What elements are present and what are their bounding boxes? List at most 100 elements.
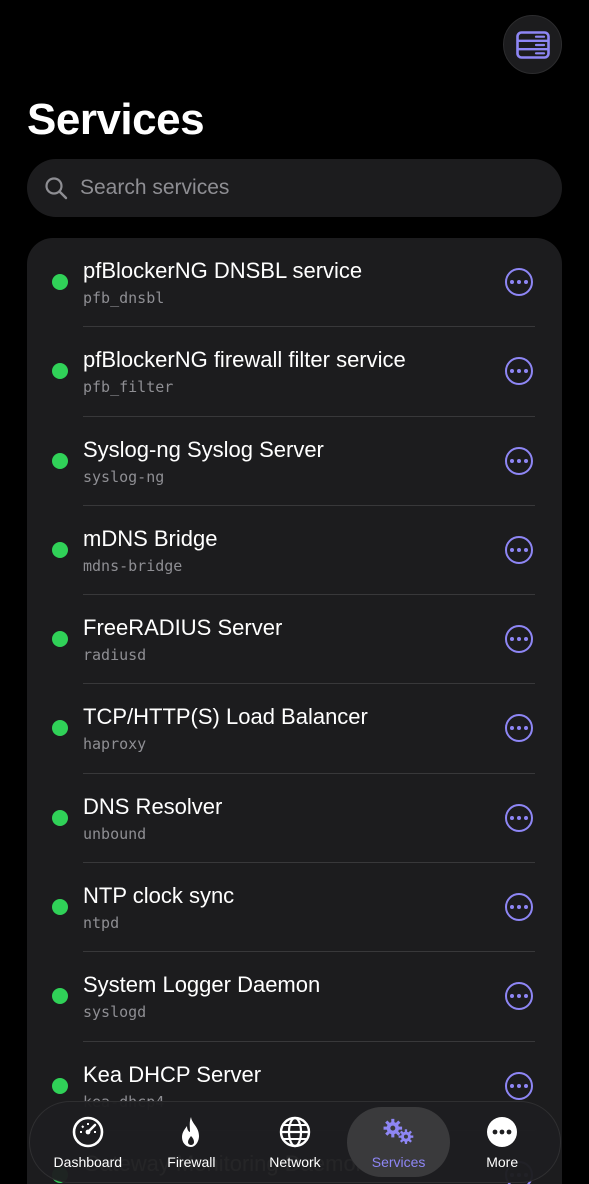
service-name: TCP/HTTP(S) Load Balancer xyxy=(83,704,368,730)
tab-firewall[interactable]: Firewall xyxy=(140,1107,244,1177)
globe-icon xyxy=(278,1115,312,1149)
page-title: Services xyxy=(27,95,205,144)
service-name: NTP clock sync xyxy=(83,883,235,909)
more-dot xyxy=(510,547,514,552)
service-name: System Logger Daemon xyxy=(83,972,321,998)
services-screen: Services pfBlockerNG DNSBL service pfb_dn… xyxy=(0,0,589,1184)
more-dot xyxy=(510,1083,514,1088)
more-dot xyxy=(517,280,521,284)
service-row[interactable]: mDNS Bridge mdns-bridge xyxy=(27,506,562,596)
search-icon xyxy=(45,177,68,200)
more-dot xyxy=(510,458,514,463)
status-running-dot xyxy=(52,1077,68,1094)
status-running-dot xyxy=(52,809,68,826)
more-dot xyxy=(510,905,514,910)
more-dot xyxy=(510,280,514,284)
service-more-button[interactable] xyxy=(505,535,533,564)
more-dot xyxy=(524,994,528,999)
service-more-button[interactable] xyxy=(505,893,533,922)
service-id: unbound xyxy=(83,824,147,843)
services-list: pfBlockerNG DNSBL service pfb_dnsbl pfBloc… xyxy=(27,238,562,1184)
more-dot xyxy=(517,369,521,374)
service-row[interactable]: TCP/HTTP(S) Load Balancer haproxy xyxy=(27,684,562,774)
service-more-button[interactable] xyxy=(505,446,533,475)
service-row[interactable]: System Logger Daemon syslogd xyxy=(27,952,562,1042)
more-dot xyxy=(524,815,528,820)
service-more-button[interactable] xyxy=(505,1071,533,1100)
server-stack-icon xyxy=(515,30,550,59)
service-more-button[interactable] xyxy=(505,357,533,386)
service-name: pfBlockerNG firewall filter service xyxy=(83,347,406,373)
tab-label: More xyxy=(486,1153,519,1170)
ellipsis-circle-icon xyxy=(485,1115,519,1149)
service-row[interactable]: pfBlockerNG DNSBL service pfb_dnsbl xyxy=(27,238,562,328)
status-running-dot xyxy=(52,452,68,469)
more-dot xyxy=(517,994,521,999)
service-name: pfBlockerNG DNSBL service xyxy=(83,258,363,283)
more-dot xyxy=(524,905,528,910)
service-id: pfb_filter xyxy=(83,378,174,397)
service-row[interactable]: NTP clock sync ntpd xyxy=(27,863,562,953)
service-id: syslog-ng xyxy=(83,467,165,486)
service-row[interactable]: pfBlockerNG firewall filter service pfb_f… xyxy=(27,327,562,417)
more-dot xyxy=(517,905,521,910)
gears-icon xyxy=(382,1115,416,1149)
status-running-dot xyxy=(52,631,68,648)
service-name: mDNS Bridge xyxy=(83,525,218,551)
more-dot xyxy=(524,726,528,731)
service-id: radiusd xyxy=(83,646,147,665)
tab-services[interactable]: Services xyxy=(346,1107,451,1177)
more-dot xyxy=(510,815,514,820)
tab-label: Firewall xyxy=(167,1153,216,1170)
more-dot xyxy=(517,637,521,642)
more-dot xyxy=(510,994,514,999)
tab-more[interactable]: More xyxy=(450,1107,554,1177)
status-running-dot xyxy=(52,988,68,1005)
search-bar[interactable] xyxy=(27,159,562,217)
status-running-dot xyxy=(52,363,68,380)
service-id: syslogd xyxy=(83,1003,147,1022)
service-row[interactable]: Syslog-ng Syslog Server syslog-ng xyxy=(27,417,562,506)
service-more-button[interactable] xyxy=(505,268,533,296)
service-name: Kea DHCP Server xyxy=(83,1061,262,1087)
service-id: ntpd xyxy=(83,914,120,933)
service-id: haproxy xyxy=(83,735,147,754)
service-more-button[interactable] xyxy=(505,625,533,654)
more-dot xyxy=(517,458,521,463)
status-running-dot xyxy=(52,541,68,558)
tab-label: Network xyxy=(269,1153,321,1170)
more-dot xyxy=(524,637,528,642)
more-dot xyxy=(524,280,528,284)
more-dot xyxy=(524,369,528,374)
more-dot xyxy=(510,369,514,374)
more-dot xyxy=(517,547,521,552)
more-dot xyxy=(510,637,514,642)
flame-icon xyxy=(174,1115,208,1149)
tab-network[interactable]: Network xyxy=(243,1107,347,1177)
service-name: Syslog-ng Syslog Server xyxy=(83,436,324,462)
status-running-dot xyxy=(52,720,68,737)
tab-dashboard[interactable]: Dashboard xyxy=(36,1107,140,1177)
tab-bar: Dashboard Firewall Network Services More xyxy=(29,1101,561,1183)
more-dot xyxy=(524,458,528,463)
more-dot xyxy=(517,726,521,731)
service-more-button[interactable] xyxy=(505,714,533,743)
more-dot xyxy=(517,1083,521,1088)
server-button[interactable] xyxy=(503,15,562,74)
tab-label: Dashboard xyxy=(53,1153,123,1170)
service-row[interactable]: FreeRADIUS Server radiusd xyxy=(27,595,562,685)
search-input[interactable] xyxy=(80,176,520,200)
service-more-button[interactable] xyxy=(505,803,533,832)
tab-label: Services xyxy=(371,1153,426,1170)
service-more-button[interactable] xyxy=(505,982,533,1011)
service-id: mdns-bridge xyxy=(83,556,183,575)
service-row[interactable]: DNS Resolver unbound xyxy=(27,774,562,864)
service-name: FreeRADIUS Server xyxy=(83,615,283,641)
service-name: DNS Resolver xyxy=(83,793,223,819)
more-dot xyxy=(517,815,521,820)
speedometer-icon xyxy=(71,1115,105,1149)
status-running-dot xyxy=(52,274,68,290)
more-dot xyxy=(524,1083,528,1088)
more-dot xyxy=(510,726,514,731)
service-id: pfb_dnsbl xyxy=(83,289,165,307)
